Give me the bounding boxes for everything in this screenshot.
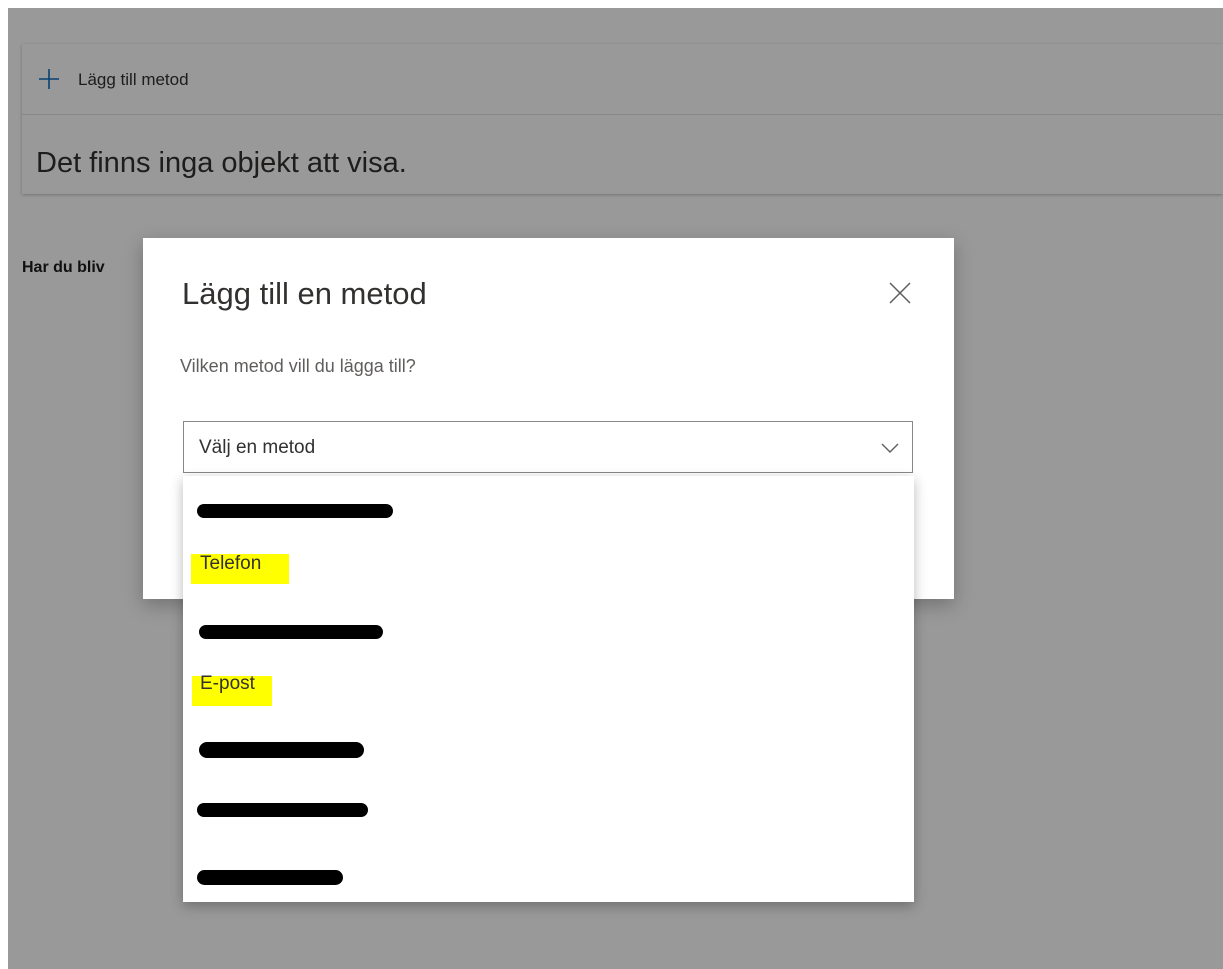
redaction-mark	[197, 504, 393, 518]
chevron-down-icon	[880, 438, 900, 458]
redaction-mark	[197, 870, 343, 885]
redaction-mark	[199, 625, 383, 639]
redaction-mark	[199, 742, 364, 758]
option-e-post[interactable]: E-post	[183, 656, 914, 716]
method-question: Vilken metod vill du lägga till?	[180, 356, 416, 376]
option-redacted-3[interactable]	[183, 716, 914, 776]
option-label: Telefon	[200, 553, 262, 574]
method-select-value: Välj en metod	[199, 437, 316, 458]
option-redacted-2[interactable]	[183, 596, 914, 656]
method-dropdown-list: Telefon E-post	[183, 476, 914, 902]
option-redacted-4[interactable]	[183, 776, 914, 836]
redaction-mark	[197, 803, 368, 817]
page: Lägg till metod Det finns inga objekt at…	[0, 0, 1223, 969]
option-telefon[interactable]: Telefon	[183, 536, 914, 596]
option-redacted-1[interactable]	[183, 476, 914, 536]
method-select[interactable]: Välj en metod	[183, 421, 913, 473]
option-label: E-post	[200, 673, 255, 694]
close-icon[interactable]	[887, 280, 913, 306]
dialog-title: Lägg till en metod	[182, 276, 427, 311]
option-redacted-5[interactable]	[183, 836, 914, 896]
